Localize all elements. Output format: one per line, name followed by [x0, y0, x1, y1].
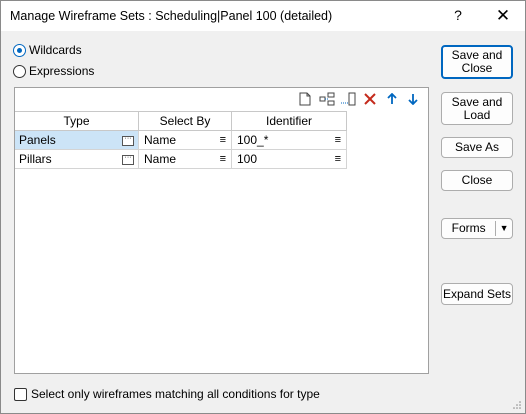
match-all-option[interactable]: Select only wireframes matching all cond… — [14, 387, 320, 401]
move-up-icon[interactable] — [384, 91, 400, 107]
list-icon[interactable]: ≡ — [220, 135, 226, 146]
radio-expressions[interactable]: Expressions — [13, 64, 94, 78]
ellipsis-icon[interactable]: ··· — [122, 154, 134, 165]
save-and-load-label-1: Save and — [451, 94, 503, 109]
radio-wildcards-label: Wildcards — [29, 43, 82, 57]
save-and-close-button[interactable]: Save and Close — [441, 45, 513, 79]
cell-select-by-value: Name — [144, 152, 177, 166]
close-button[interactable]: Close — [441, 170, 513, 191]
column-header-select-by[interactable]: Select By — [139, 111, 232, 131]
cell-identifier[interactable]: 100_* ≡ — [232, 131, 347, 150]
radio-wildcards[interactable]: Wildcards — [13, 43, 82, 57]
list-icon[interactable]: ≡ — [335, 154, 341, 165]
radio-wildcards-indicator[interactable] — [13, 43, 26, 57]
dialog-window: Manage Wireframe Sets : Scheduling|Panel… — [0, 0, 526, 414]
save-and-load-button[interactable]: Save and Load — [441, 92, 513, 125]
column-header-type[interactable]: Type — [15, 111, 139, 131]
cell-identifier-value: 100_* — [237, 133, 269, 147]
forms-label: Forms — [451, 221, 486, 235]
new-row-icon[interactable] — [297, 91, 313, 107]
grid-toolbar — [15, 88, 428, 110]
title-bar: Manage Wireframe Sets : Scheduling|Panel… — [1, 1, 525, 31]
help-button[interactable]: ? — [449, 7, 467, 25]
forms-button[interactable]: Forms ▼ — [441, 218, 513, 239]
save-and-load-label-2: Load — [463, 107, 491, 122]
save-as-button[interactable]: Save As — [441, 137, 513, 158]
list-icon[interactable]: ≡ — [335, 135, 341, 146]
radio-expressions-indicator[interactable] — [13, 64, 26, 78]
cell-type-value: Pillars — [19, 152, 52, 166]
cell-type-value: Panels — [19, 133, 56, 147]
insert-row-icon[interactable] — [319, 91, 335, 107]
match-all-label: Select only wireframes matching all cond… — [31, 387, 320, 401]
move-down-icon[interactable] — [405, 91, 421, 107]
chevron-down-icon[interactable]: ▼ — [496, 222, 512, 235]
ellipsis-icon[interactable]: ··· — [122, 135, 134, 146]
cell-select-by[interactable]: Name ≡ — [139, 131, 232, 150]
close-window-button[interactable]: ✕ — [493, 7, 513, 25]
delete-row-icon[interactable] — [362, 91, 378, 107]
expand-sets-button[interactable]: Expand Sets — [441, 283, 513, 305]
cell-identifier-value: 100 — [237, 152, 258, 166]
list-icon[interactable]: ≡ — [220, 154, 226, 165]
radio-expressions-label: Expressions — [29, 64, 95, 78]
resize-grip-icon[interactable] — [513, 401, 521, 409]
match-all-checkbox[interactable] — [14, 387, 27, 401]
save-and-close-label-2: Close — [461, 61, 493, 75]
cell-type[interactable]: Pillars ··· — [15, 150, 139, 169]
window-title: Manage Wireframe Sets : Scheduling|Panel… — [10, 9, 333, 23]
cell-identifier[interactable]: 100 ≡ — [232, 150, 347, 169]
cell-select-by-value: Name — [144, 133, 177, 147]
conditions-grid: Type Select By Identifier Panels ··· Nam… — [14, 87, 429, 374]
column-header-identifier[interactable]: Identifier — [232, 111, 347, 131]
cell-select-by[interactable]: Name ≡ — [139, 150, 232, 169]
cell-type[interactable]: Panels ··· — [15, 131, 139, 150]
add-row-below-icon[interactable] — [340, 91, 356, 107]
